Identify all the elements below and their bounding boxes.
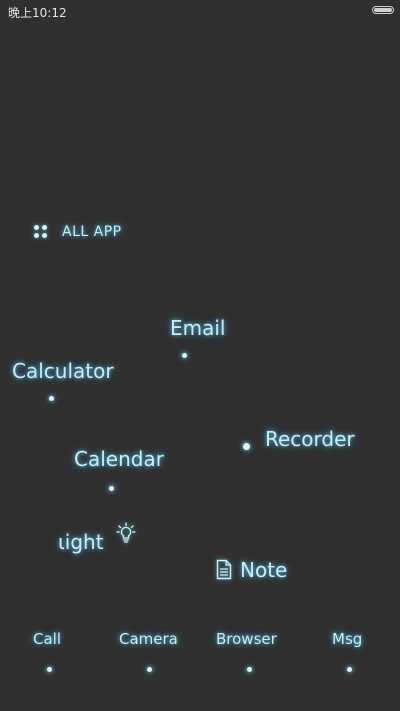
dock-browser[interactable]: Browser — [216, 630, 277, 648]
all-app-label: ALL APP — [62, 224, 122, 240]
all-app-button[interactable]: ALL APP — [34, 224, 122, 240]
note-app[interactable]: Note — [240, 558, 287, 582]
lightbulb-icon[interactable] — [116, 522, 136, 544]
email-app[interactable]: Email — [170, 316, 226, 340]
dock-msg[interactable]: Msg — [332, 630, 362, 648]
battery-fill — [374, 8, 392, 12]
recorder-app[interactable]: Recorder — [265, 427, 355, 451]
status-bar: 晚上10:12 — [0, 0, 400, 22]
calculator-dot — [49, 396, 54, 401]
battery-icon — [372, 6, 394, 14]
recorder-dot — [243, 443, 250, 450]
four-dots-grid-icon — [34, 225, 48, 239]
document-icon[interactable] — [216, 559, 232, 580]
msg-dot — [347, 667, 352, 672]
light-app[interactable]: ιight — [58, 530, 104, 554]
status-time: 晚上10:12 — [8, 6, 67, 20]
calendar-dot — [109, 486, 114, 491]
dock-camera[interactable]: Camera — [119, 630, 178, 648]
dock-call[interactable]: Call — [33, 630, 61, 648]
email-dot — [182, 353, 187, 358]
browser-dot — [247, 667, 252, 672]
call-dot — [47, 667, 52, 672]
calendar-app[interactable]: Calendar — [74, 447, 164, 471]
camera-dot — [147, 667, 152, 672]
calculator-app[interactable]: Calculator — [12, 359, 114, 383]
